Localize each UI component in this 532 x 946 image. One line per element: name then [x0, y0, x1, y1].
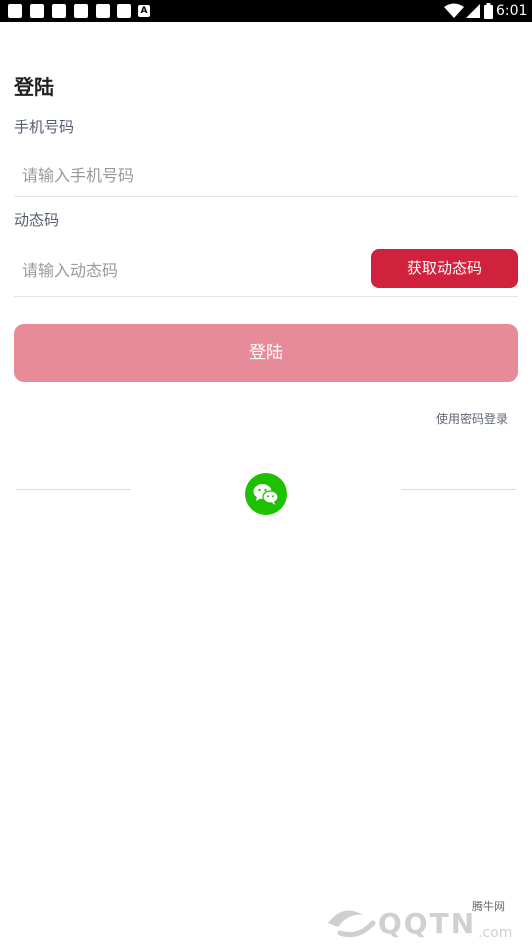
notification-icon	[30, 4, 44, 18]
phone-input[interactable]	[14, 157, 518, 193]
notification-icon	[96, 4, 110, 18]
watermark-text: 腾牛网	[472, 900, 505, 913]
wechat-login-button[interactable]	[245, 473, 287, 515]
code-input[interactable]	[14, 252, 364, 288]
wechat-icon	[253, 484, 279, 505]
login-button[interactable]: 登陆	[14, 324, 518, 382]
battery-icon	[484, 3, 493, 19]
notification-icon	[74, 4, 88, 18]
notification-icon	[117, 4, 131, 18]
svg-text:QQTN: QQTN	[378, 907, 476, 940]
code-divider	[14, 296, 518, 297]
notification-badge-icon: A	[138, 5, 150, 17]
status-bar: A 6:01	[0, 0, 532, 22]
notification-icon	[8, 4, 22, 18]
page-title: 登陆	[14, 75, 54, 99]
wifi-icon	[444, 3, 464, 18]
divider-line-left	[16, 489, 131, 490]
password-login-link[interactable]: 使用密码登录	[436, 411, 508, 427]
phone-divider	[14, 196, 518, 197]
code-label: 动态码	[14, 211, 60, 229]
status-time: 6:01	[496, 3, 528, 19]
phone-label: 手机号码	[14, 118, 75, 136]
cellular-signal-icon	[466, 4, 480, 18]
divider-line-right	[401, 489, 516, 490]
notification-icon	[52, 4, 66, 18]
get-code-button[interactable]: 获取动态码	[371, 249, 518, 288]
svg-text:.com: .com	[478, 925, 512, 941]
